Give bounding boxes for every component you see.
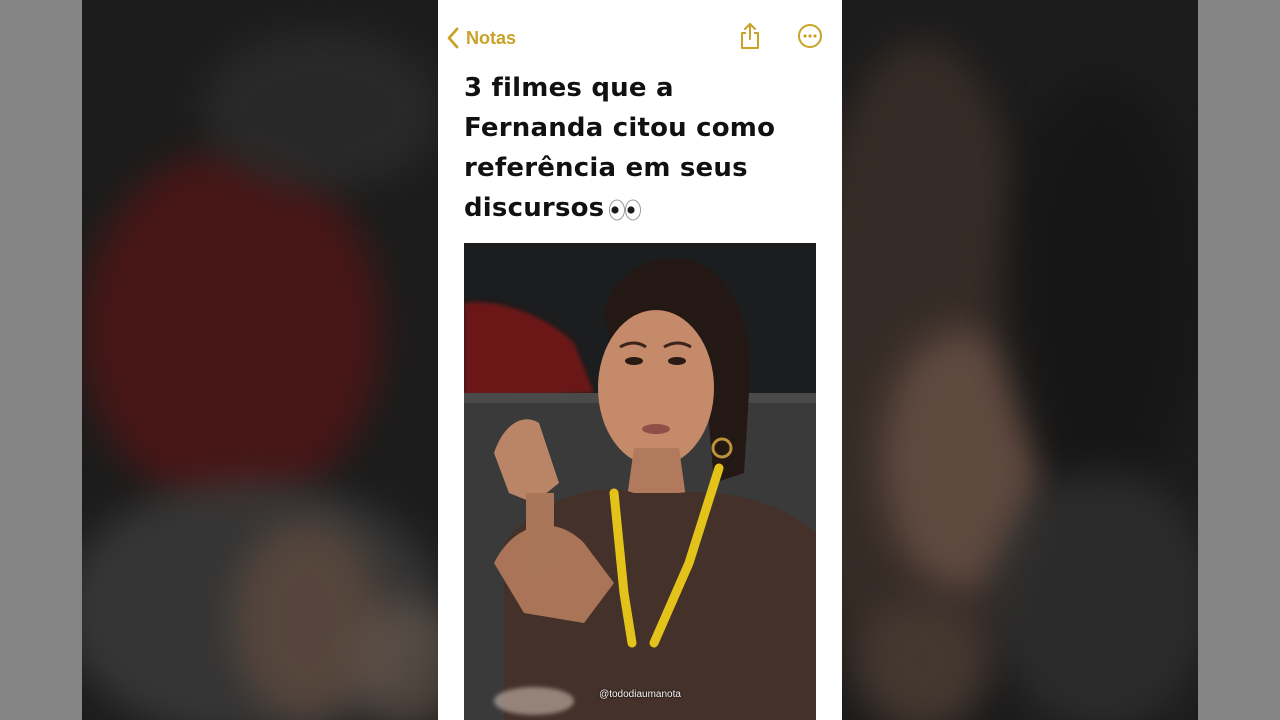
blurred-background-right xyxy=(842,0,1198,720)
ellipsis-circle-icon xyxy=(797,23,823,53)
letterbox-left xyxy=(0,0,82,720)
blurred-background-left xyxy=(82,0,438,720)
back-button[interactable]: Notas xyxy=(446,24,516,52)
eyes-emoji-icon xyxy=(608,194,642,220)
note-title-line: discursos xyxy=(464,188,824,228)
letterbox-right xyxy=(1198,0,1280,720)
photo-illustration xyxy=(464,243,816,720)
share-icon xyxy=(738,22,762,54)
back-label: Notas xyxy=(466,27,517,48)
note-title-line: referência em seus xyxy=(464,153,748,183)
note-title-line: 3 filmes que a xyxy=(464,73,674,103)
more-button[interactable] xyxy=(796,24,824,52)
note-title-line: Fernanda citou como xyxy=(464,113,776,143)
share-button[interactable] xyxy=(736,22,764,54)
photo-watermark: @tododiaumanota xyxy=(599,689,681,700)
note-title: 3 filmes que a Fernanda citou como refer… xyxy=(464,68,824,228)
navigation-bar: Notas xyxy=(438,0,842,74)
note-title-last-word: discursos xyxy=(464,193,605,223)
note-photo: @tododiaumanota xyxy=(464,243,816,720)
chevron-left-icon xyxy=(446,27,460,49)
note-screen: Notas 3 filmes que a Fernanda citou como… xyxy=(438,0,842,720)
